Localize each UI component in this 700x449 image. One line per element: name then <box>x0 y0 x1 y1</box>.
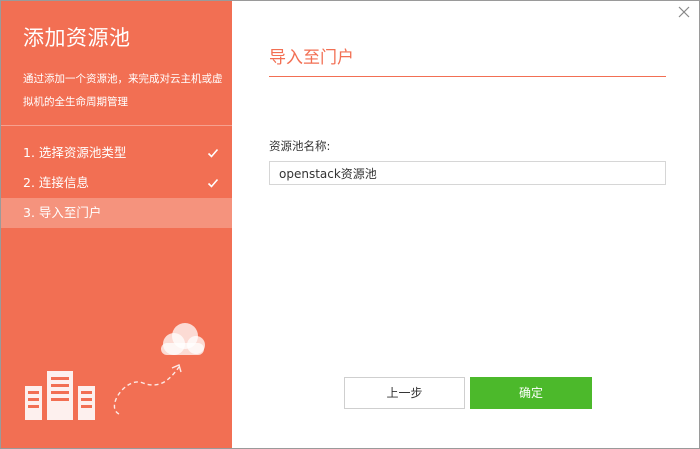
wizard-sidebar: 添加资源池 通过添加一个资源池，来完成对云主机或虚拟机的全生命周期管理 1. 选… <box>1 1 232 448</box>
section-divider <box>269 76 666 77</box>
section-title: 导入至门户 <box>269 48 354 68</box>
pool-name-input[interactable] <box>269 161 666 185</box>
step-connection-info[interactable]: 2. 连接信息 <box>1 168 232 198</box>
dashed-arrow-icon <box>113 366 180 415</box>
wizard-description: 通过添加一个资源池，来完成对云主机或虚拟机的全生命周期管理 <box>23 73 223 108</box>
wizard-steps: 1. 选择资源池类型 2. 连接信息 3. 导入至门户 <box>1 138 232 228</box>
step-label: 3. 导入至门户 <box>23 205 102 220</box>
sidebar-divider <box>1 125 232 126</box>
confirm-button[interactable]: 确定 <box>470 377 592 409</box>
cloud-icon <box>161 323 205 355</box>
server-icon <box>25 371 95 420</box>
check-icon <box>207 148 219 158</box>
step-import-to-portal[interactable]: 3. 导入至门户 <box>1 198 232 228</box>
step-label: 1. 选择资源池类型 <box>23 145 127 160</box>
check-icon <box>207 178 219 188</box>
pool-name-label: 资源池名称: <box>269 139 331 153</box>
step-select-pool-type[interactable]: 1. 选择资源池类型 <box>1 138 232 168</box>
servers-cloud-illustration <box>25 323 205 420</box>
step-label: 2. 连接信息 <box>23 175 89 190</box>
close-icon[interactable] <box>677 5 691 19</box>
add-resource-pool-dialog: 添加资源池 通过添加一个资源池，来完成对云主机或虚拟机的全生命周期管理 1. 选… <box>0 0 700 449</box>
wizard-title: 添加资源池 <box>23 26 131 50</box>
previous-step-button[interactable]: 上一步 <box>344 377 465 409</box>
